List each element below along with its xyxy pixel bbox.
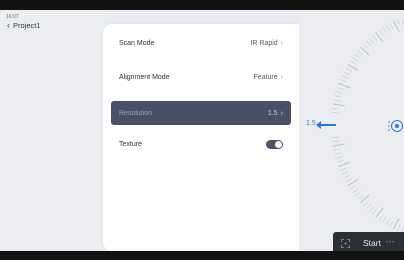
dial-tick (345, 67, 352, 72)
dial-tick (332, 103, 345, 107)
dial-tick (378, 214, 384, 221)
dial-tick (345, 178, 352, 183)
dial-tick (332, 140, 340, 143)
start-label: Start (363, 238, 381, 248)
dial-tick (385, 218, 390, 225)
dial-tick (382, 27, 387, 34)
start-button[interactable]: Start ••• (333, 232, 404, 251)
dial-tick (338, 161, 350, 167)
dial-tick (333, 99, 341, 102)
alignment-mode-row[interactable]: Alignment Mode Feature › (111, 65, 291, 89)
chevron-right-icon: › (280, 73, 283, 81)
dial-tick (349, 185, 357, 190)
scan-mode-row[interactable]: Scan Mode IR Rapid › (111, 31, 291, 55)
dial-tick (385, 25, 390, 32)
resolution-label: Resolution (119, 109, 153, 117)
dial-tick (347, 179, 359, 187)
project-title: Project1 (13, 21, 41, 30)
toggle-knob (275, 140, 282, 148)
dial-tick (365, 40, 372, 47)
dial-tick (392, 20, 400, 32)
chevron-right-icon: › (280, 109, 283, 117)
dial-tick (335, 91, 343, 94)
settings-panel: Scan Mode IR Rapid › Alignment Mode Feat… (103, 24, 299, 251)
dial-tick (357, 194, 364, 200)
alignment-mode-value-text: Feature (253, 73, 278, 81)
dial-tick (335, 156, 343, 159)
dial-value: 1.5 (306, 120, 316, 127)
dial-pointer-icon (316, 121, 336, 129)
chevron-right-icon: › (280, 39, 283, 47)
dial-tick (362, 43, 369, 50)
dial-tick (400, 17, 404, 24)
resolution-value: 1.5 › (268, 110, 283, 117)
alignment-mode-label: Alignment Mode (119, 73, 170, 81)
more-dots-icon: ••• (385, 240, 396, 246)
resolution-value-text: 1.5 (267, 109, 278, 117)
dial-tick (341, 171, 349, 175)
scan-mode-label: Scan Mode (119, 39, 155, 47)
back-button[interactable]: ‹ Project1 (7, 20, 41, 31)
dial-tick (354, 53, 361, 59)
dial-tick (369, 206, 375, 213)
dial-tick (369, 37, 375, 44)
dial-tick (340, 167, 347, 171)
dial-tick (372, 35, 378, 41)
texture-label: Texture (119, 140, 142, 148)
dial-tick (341, 75, 349, 79)
dial-tick (343, 71, 351, 76)
scan-mode-value: IR Rapid › (250, 40, 283, 47)
dial-tick (333, 148, 341, 151)
dial-tick (340, 79, 347, 83)
dial-tick (396, 18, 401, 26)
dial-tick (331, 136, 339, 138)
texture-row: Texture (111, 132, 291, 156)
dial-tick (392, 218, 400, 230)
dial-tick (343, 174, 351, 179)
app-screen: 16:07 ‹ Project1 Scan Mode IR Rapid › Al… (0, 10, 404, 251)
left-sidebar: 16:07 ‹ Project1 (0, 10, 104, 251)
scan-icon (341, 238, 350, 248)
resolution-row[interactable]: Resolution 1.5 › (111, 101, 291, 125)
dial-tick (352, 188, 359, 193)
dial-tick (382, 216, 387, 223)
dial-tick (372, 209, 378, 215)
dial-tick (354, 191, 361, 197)
dial-tick (334, 95, 342, 98)
dial-tick (362, 200, 369, 207)
dial-tick (378, 29, 384, 36)
dial-tick (347, 63, 359, 71)
dial-tick (357, 50, 364, 56)
scan-mode-value-text: IR Rapid (250, 39, 278, 47)
dial-tick (365, 203, 372, 210)
dial-tick (349, 60, 357, 65)
dial-tick (337, 160, 344, 163)
texture-toggle[interactable] (266, 139, 283, 149)
dial-tick (332, 143, 345, 147)
dial-tick (352, 57, 359, 62)
dial-tick (389, 220, 394, 228)
dial-tick (337, 87, 344, 90)
dial-tick (338, 83, 350, 89)
dial-tick (334, 152, 342, 155)
dial-tick (332, 107, 340, 110)
dial-tick (389, 22, 394, 30)
dial-tick (331, 112, 339, 114)
circle-control-icon[interactable] (387, 118, 403, 134)
resolution-dial-area: 1.5 (299, 10, 404, 251)
alignment-mode-value: Feature › (254, 74, 283, 81)
dial-tick (396, 224, 401, 232)
chevron-left-icon: ‹ (7, 20, 10, 30)
